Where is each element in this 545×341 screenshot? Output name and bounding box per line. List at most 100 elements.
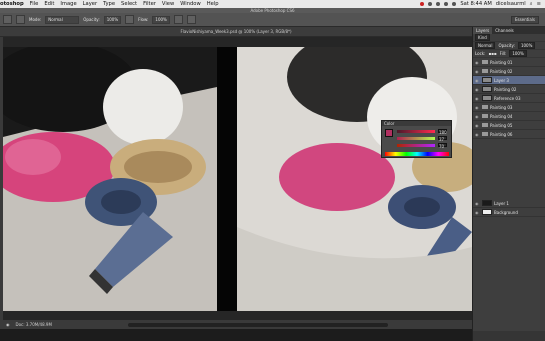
layer-row[interactable]: ◉ Painting 03 (473, 103, 545, 112)
layer-name: Painting 01 (490, 59, 513, 65)
blue-value[interactable]: 70 (438, 143, 447, 149)
clock[interactable]: Sat 8:44 AM (460, 1, 491, 7)
painting-canvas[interactable] (237, 47, 472, 311)
pressure-size-icon[interactable] (186, 15, 196, 24)
options-bar: Mode: Normal Opacity: 100% Flow: 100% Es… (0, 13, 545, 27)
horizontal-scrollbar[interactable] (127, 322, 388, 327)
menu-help[interactable]: Help (207, 1, 219, 7)
layer-thumbnail (482, 200, 492, 206)
layer-thumbnail (482, 209, 492, 215)
foreground-swatch[interactable] (385, 129, 393, 137)
layer-name: Painting 04 (490, 113, 513, 119)
folder-icon (482, 132, 488, 136)
layer-list: ◉ Painting 01 ◉ Painting 02 ◉ Layer 3 ◉ Pain… (473, 58, 545, 217)
layer-name: Layer 1 (494, 200, 509, 206)
tab-layers[interactable]: Layers (473, 27, 493, 34)
eye-icon[interactable]: ◉ (475, 114, 480, 119)
color-spectrum[interactable] (385, 152, 449, 156)
flow-label: Flow: (138, 17, 149, 22)
workspace-select[interactable]: Essentials (510, 16, 539, 24)
layer-row[interactable]: ◉ Painting 01 (473, 58, 545, 67)
layer-row[interactable]: ◉ Reference 03 (473, 94, 545, 103)
layer-thumbnail (482, 86, 492, 92)
mode-label: Mode: (29, 17, 42, 22)
eye-icon[interactable]: ◉ (475, 201, 480, 206)
eye-icon[interactable]: ◉ (475, 105, 480, 110)
wifi-icon[interactable] (436, 2, 441, 6)
layer-row[interactable]: ◉ Painting 04 (473, 112, 545, 121)
app-menu[interactable]: otoshop (0, 1, 24, 7)
layer-row[interactable]: ◉ Painting 06 (473, 130, 545, 139)
layer-row-selected[interactable]: ◉ Layer 3 (473, 76, 545, 85)
document-tab[interactable]: FlavioNishiyama_Week3.psd @ 100% (Layer … (0, 27, 472, 37)
layer-row[interactable]: ◉ Painting 02 (473, 85, 545, 94)
notification-icon[interactable] (420, 2, 425, 6)
eye-icon[interactable]: ◉ (475, 96, 480, 101)
painting-image (237, 47, 472, 311)
folder-icon (482, 114, 488, 118)
zoom-indicator-icon[interactable]: ◉ (6, 322, 10, 327)
blend-mode-select[interactable]: Normal (475, 42, 496, 49)
layers-panel: Layers Channels Kind Normal Opacity: 100… (472, 27, 545, 341)
layers-panel-footer[interactable] (473, 331, 545, 341)
menu-select[interactable]: Select (121, 1, 137, 7)
layer-row[interactable]: ◉ Painting 05 (473, 121, 545, 130)
menu-type[interactable]: Type (103, 1, 115, 7)
brush-preset-icon[interactable] (16, 15, 25, 24)
green-slider[interactable] (397, 137, 435, 140)
layer-thumbnail (482, 95, 492, 101)
menu-filter[interactable]: Filter (143, 1, 156, 7)
menu-view[interactable]: View (162, 1, 174, 7)
eye-icon[interactable]: ◉ (475, 123, 480, 128)
eye-icon[interactable]: ◉ (475, 210, 480, 215)
user-name[interactable]: dicelsaurml (496, 1, 526, 7)
brush-tool-icon[interactable] (3, 15, 12, 24)
eye-icon[interactable]: ◉ (475, 60, 480, 65)
menu-image[interactable]: Image (60, 1, 76, 7)
menu-edit[interactable]: Edit (44, 1, 54, 7)
layer-opacity-field[interactable]: 100% (517, 42, 536, 49)
layer-row[interactable]: ◉ Painting 02 (473, 67, 545, 76)
opacity-field[interactable]: 100% (103, 15, 122, 24)
fill-field[interactable]: 100% (509, 50, 527, 57)
status-bar: ◉ Doc: 3.70M/48.9M (0, 320, 472, 329)
layer-row[interactable]: ◉ Background (473, 208, 545, 217)
menu-window[interactable]: Window (180, 1, 200, 7)
search-icon[interactable]: ⌕ (530, 1, 533, 8)
mode-select[interactable]: Normal (45, 15, 80, 24)
battery-icon[interactable] (452, 2, 457, 6)
flow-field[interactable]: 100% (152, 15, 170, 24)
eye-icon[interactable]: ◉ (475, 132, 480, 137)
kind-filter[interactable]: Kind (475, 34, 490, 41)
lock-icon[interactable]: ▪▪▪ (488, 51, 496, 56)
pressure-opacity-icon[interactable] (125, 15, 135, 24)
eye-icon[interactable]: ◉ (475, 87, 480, 92)
layer-thumbnail (482, 77, 492, 83)
red-slider[interactable] (397, 130, 435, 133)
green-value[interactable]: 37 (438, 136, 447, 142)
canvas-area[interactable]: Color 180 37 70 (3, 37, 472, 320)
lock-label: Lock: (475, 51, 486, 56)
color-panel[interactable]: Color 180 37 70 (381, 120, 452, 158)
layer-name: Painting 05 (490, 122, 513, 128)
menu-file[interactable]: File (30, 1, 39, 7)
folder-icon (482, 123, 488, 127)
airbrush-icon[interactable] (173, 15, 183, 24)
layer-name: Painting 02 (494, 86, 517, 92)
volume-icon[interactable] (444, 2, 449, 6)
layer-row[interactable]: ◉ Layer 1 (473, 199, 545, 208)
menu-bar: otoshop File Edit Image Layer Type Selec… (0, 0, 545, 8)
menu-layer[interactable]: Layer (83, 1, 97, 7)
reference-photo (3, 47, 217, 311)
eye-icon[interactable]: ◉ (475, 78, 480, 83)
blue-slider[interactable] (397, 144, 435, 147)
list-icon[interactable]: ≡ (537, 1, 541, 7)
layer-name: Layer 3 (494, 77, 509, 83)
red-value[interactable]: 180 (438, 129, 447, 135)
tab-channels[interactable]: Channels (492, 27, 517, 34)
eye-icon[interactable]: ◉ (475, 69, 480, 74)
doc-size[interactable]: Doc: 3.70M/48.9M (16, 322, 52, 327)
color-panel-title: Color (382, 121, 451, 126)
layer-name: Background (494, 209, 518, 215)
dropbox-icon[interactable] (428, 2, 433, 6)
